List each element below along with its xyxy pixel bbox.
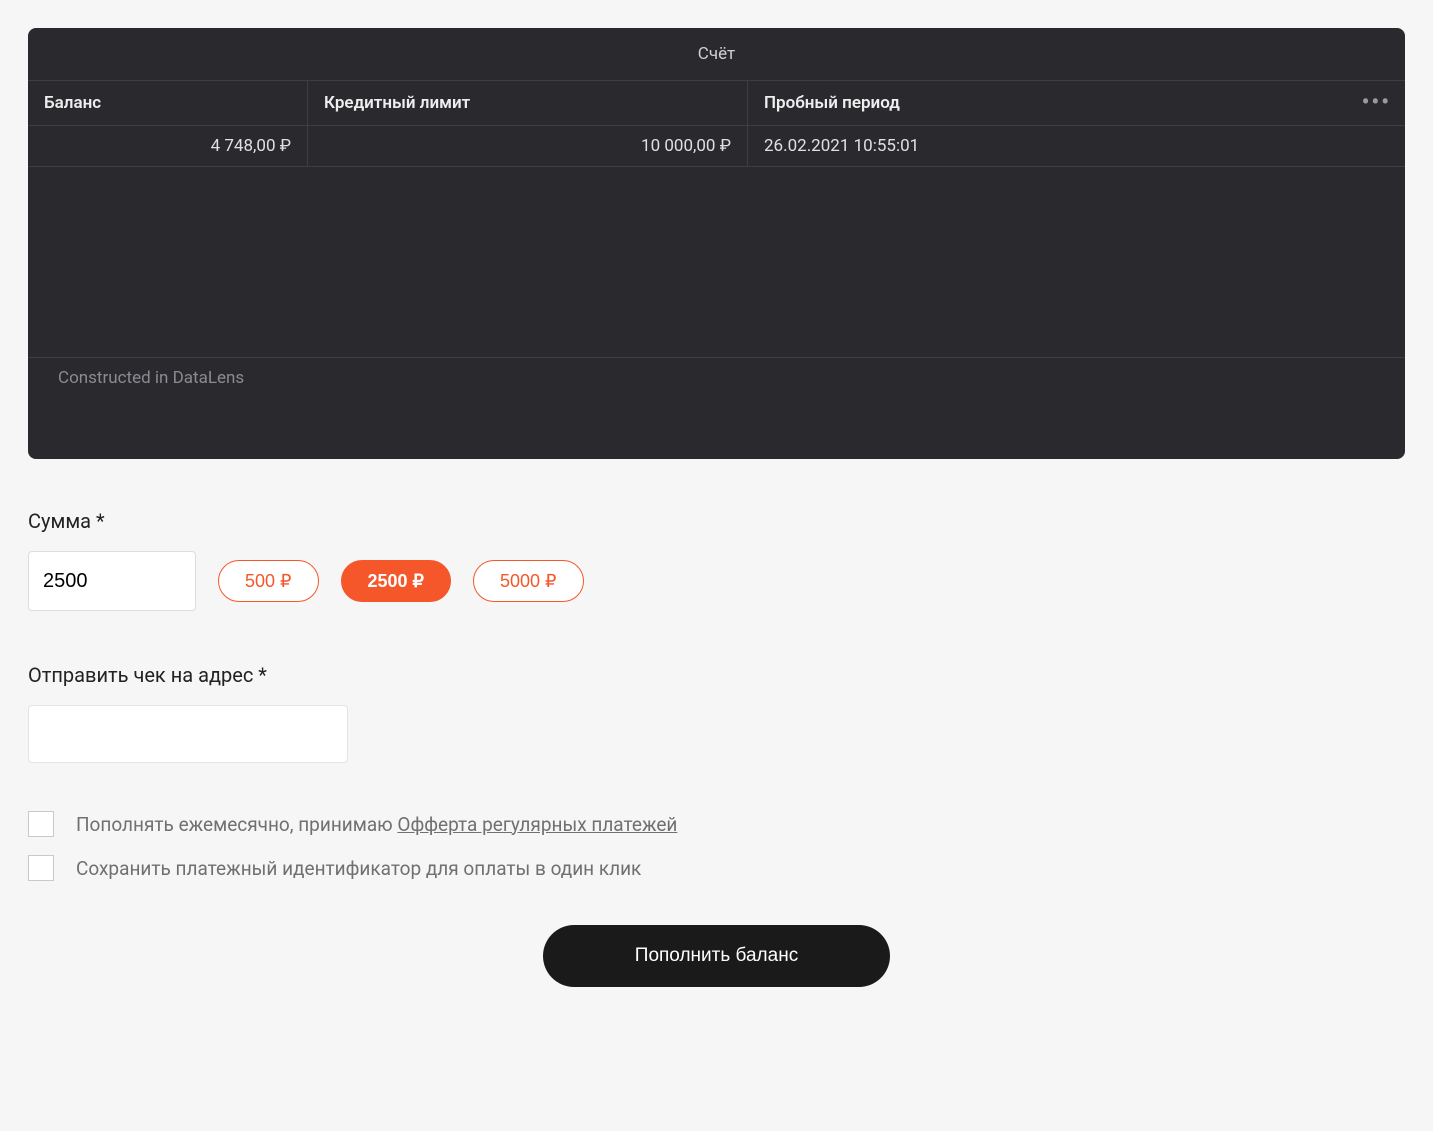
email-label: Отправить чек на адрес * <box>28 663 1405 687</box>
amount-input[interactable] <box>28 551 196 611</box>
col-header-trial-label: Пробный период <box>764 93 900 113</box>
col-header-balance: Баланс <box>28 81 308 125</box>
table-row: 4 748,00 ₽ 10 000,00 ₽ 26.02.2021 10:55:… <box>28 126 1405 167</box>
amount-row: 500 ₽ 2500 ₽ 5000 ₽ <box>28 551 1405 611</box>
offer-link[interactable]: Офферта регулярных платежей <box>397 813 677 836</box>
topup-button[interactable]: Пополнить баланс <box>543 925 890 987</box>
monthly-checkbox[interactable] <box>28 811 54 837</box>
col-header-trial: Пробный период ••• <box>748 81 1405 125</box>
panel-title: Счёт <box>28 28 1405 81</box>
cell-trial: 26.02.2021 10:55:01 <box>748 126 1405 166</box>
preset-2500-button[interactable]: 2500 ₽ <box>341 560 452 602</box>
cell-balance: 4 748,00 ₽ <box>28 126 308 166</box>
saveid-checkbox[interactable] <box>28 855 54 881</box>
cell-credit: 10 000,00 ₽ <box>308 126 748 166</box>
preset-5000-button[interactable]: 5000 ₽ <box>473 560 584 602</box>
submit-wrap: Пополнить баланс <box>28 925 1405 987</box>
preset-500-button[interactable]: 500 ₽ <box>218 560 319 602</box>
panel-footer: Constructed in DataLens <box>28 357 1405 399</box>
amount-label: Сумма * <box>28 509 1405 533</box>
saveid-check-label: Сохранить платежный идентификатор для оп… <box>76 857 641 880</box>
more-icon[interactable]: ••• <box>1362 92 1391 114</box>
panel-empty-space <box>28 167 1405 357</box>
table-header: Баланс Кредитный лимит Пробный период ••… <box>28 81 1405 126</box>
panel-tail-space <box>28 399 1405 459</box>
col-header-credit: Кредитный лимит <box>308 81 748 125</box>
saveid-check-row: Сохранить платежный идентификатор для оп… <box>28 855 1405 881</box>
email-input[interactable] <box>28 705 348 763</box>
account-panel: Счёт Баланс Кредитный лимит Пробный пери… <box>28 28 1405 459</box>
monthly-check-row: Пополнять ежемесячно, принимаю Офферта р… <box>28 811 1405 837</box>
monthly-prefix: Пополнять ежемесячно, принимаю <box>76 813 397 836</box>
monthly-check-label: Пополнять ежемесячно, принимаю Офферта р… <box>76 813 677 836</box>
